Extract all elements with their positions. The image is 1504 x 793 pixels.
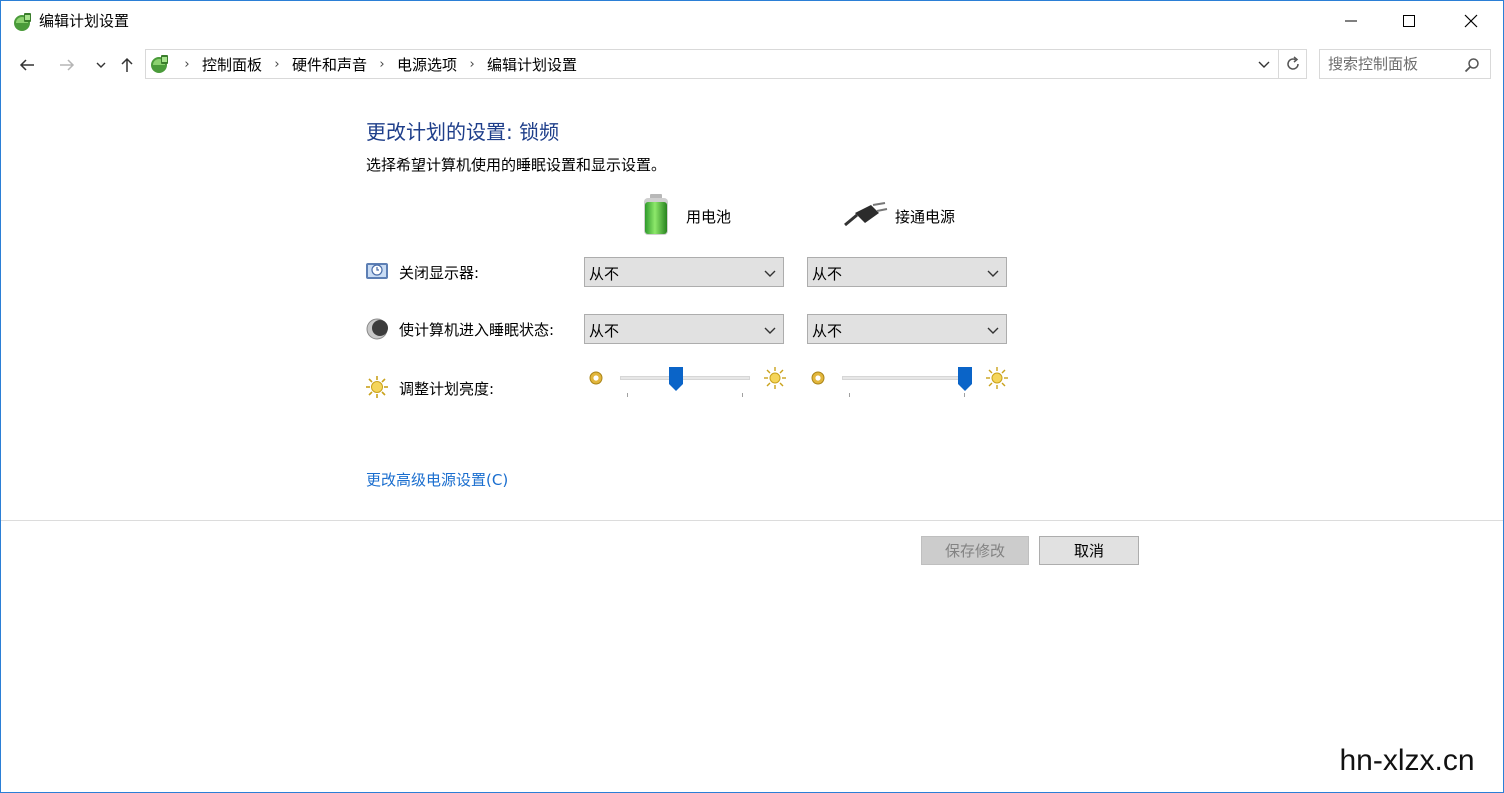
arrow-right-icon (60, 59, 75, 71)
chevron-right-icon[interactable]: › (461, 57, 483, 72)
control-panel-window: 编辑计划设置 › 控制面板 › 硬件和声音 › 电源选项 › 编辑计划设置 搜索… (0, 0, 1504, 793)
control-panel-icon (151, 55, 168, 73)
cancel-button[interactable]: 取消 (1039, 536, 1139, 565)
breadcrumb-control-panel[interactable]: 控制面板 (198, 54, 266, 75)
chevron-right-icon: › (184, 56, 190, 72)
brightness-bright-icon (986, 367, 1008, 389)
breadcrumb-edit-plan[interactable]: 编辑计划设置 (483, 54, 581, 75)
minimize-button[interactable] (1321, 1, 1381, 41)
refresh-button[interactable] (1279, 49, 1307, 79)
forward-button[interactable] (55, 53, 79, 77)
column-label-battery: 用电池 (686, 208, 732, 226)
sleep-moon-icon (366, 318, 388, 340)
brightness-dim-icon (589, 371, 603, 385)
brightness-battery-slider[interactable] (586, 367, 788, 401)
column-label-plugged-in: 接通电源 (895, 208, 956, 226)
footer-divider (1, 520, 1503, 521)
address-bar[interactable]: › 控制面板 › 硬件和声音 › 电源选项 › 编辑计划设置 (145, 49, 1279, 79)
row-label-sleep: 使计算机进入睡眠状态: (399, 321, 555, 339)
slider-tick (964, 393, 965, 397)
maximize-button[interactable] (1379, 1, 1439, 41)
slider-tick (849, 393, 850, 397)
slider-track[interactable] (842, 376, 972, 380)
chevron-down-icon (96, 62, 106, 68)
sleep-battery-value: 从不 (589, 322, 620, 340)
close-icon (1464, 14, 1478, 28)
display-off-plugged-select[interactable]: 从不 (807, 257, 1007, 287)
chevron-down-icon (987, 270, 999, 277)
refresh-icon (1286, 56, 1299, 70)
slider-thumb[interactable] (668, 367, 683, 391)
slider-tick (742, 393, 743, 397)
brightness-dim-icon (811, 371, 825, 385)
display-timer-icon (366, 263, 388, 279)
breadcrumb: › 控制面板 › 硬件和声音 › 电源选项 › 编辑计划设置 (176, 50, 581, 78)
battery-icon (644, 194, 668, 235)
close-button[interactable] (1441, 1, 1501, 41)
arrow-up-icon (121, 57, 133, 72)
watermark-text: hn-xlzx.cn (1311, 729, 1503, 792)
advanced-power-settings-link[interactable]: 更改高级电源设置(C) (366, 469, 508, 490)
address-history-dropdown-icon[interactable] (1256, 56, 1272, 72)
chevron-down-icon (764, 270, 776, 277)
row-label-brightness: 调整计划亮度: (399, 380, 495, 398)
breadcrumb-hardware-sound[interactable]: 硬件和声音 (288, 54, 371, 75)
up-button[interactable] (115, 53, 139, 77)
display-off-battery-select[interactable]: 从不 (584, 257, 784, 287)
recent-locations-button[interactable] (89, 53, 113, 77)
search-input[interactable] (1328, 54, 1458, 74)
chevron-right-icon[interactable]: › (371, 57, 393, 72)
chevron-right-icon[interactable]: › (266, 57, 288, 72)
sleep-plugged-select[interactable]: 从不 (807, 314, 1007, 344)
title-bar: 编辑计划设置 (1, 1, 1503, 41)
minimize-icon (1345, 20, 1357, 22)
back-button[interactable] (15, 53, 39, 77)
breadcrumb-power-options[interactable]: 电源选项 (393, 54, 461, 75)
save-changes-button[interactable]: 保存修改 (921, 536, 1029, 565)
search-box (1319, 49, 1491, 79)
slider-thumb[interactable] (958, 367, 972, 391)
brightness-sun-icon (366, 376, 388, 398)
arrow-left-icon (19, 59, 34, 71)
display-off-battery-value: 从不 (589, 265, 620, 283)
chevron-down-icon (764, 327, 776, 334)
maximize-icon (1403, 15, 1415, 27)
search-icon[interactable] (1464, 57, 1480, 73)
slider-tick (627, 393, 628, 397)
slider-track[interactable] (620, 376, 750, 380)
navigation-bar: › 控制面板 › 硬件和声音 › 电源选项 › 编辑计划设置 (1, 45, 1503, 83)
chevron-down-icon (987, 327, 999, 334)
display-off-plugged-value: 从不 (812, 265, 843, 283)
window-title: 编辑计划设置 (39, 12, 130, 30)
page-title: 更改计划的设置: 锁频 (366, 120, 560, 144)
power-plug-icon (844, 202, 888, 227)
brightness-bright-icon (764, 367, 786, 389)
sleep-battery-select[interactable]: 从不 (584, 314, 784, 344)
brightness-plugged-slider[interactable] (808, 367, 1010, 401)
sleep-plugged-value: 从不 (812, 322, 843, 340)
power-options-icon (14, 13, 31, 31)
row-label-display-off: 关闭显示器: (399, 264, 480, 282)
page-subtitle: 选择希望计算机使用的睡眠设置和显示设置。 (366, 156, 667, 174)
